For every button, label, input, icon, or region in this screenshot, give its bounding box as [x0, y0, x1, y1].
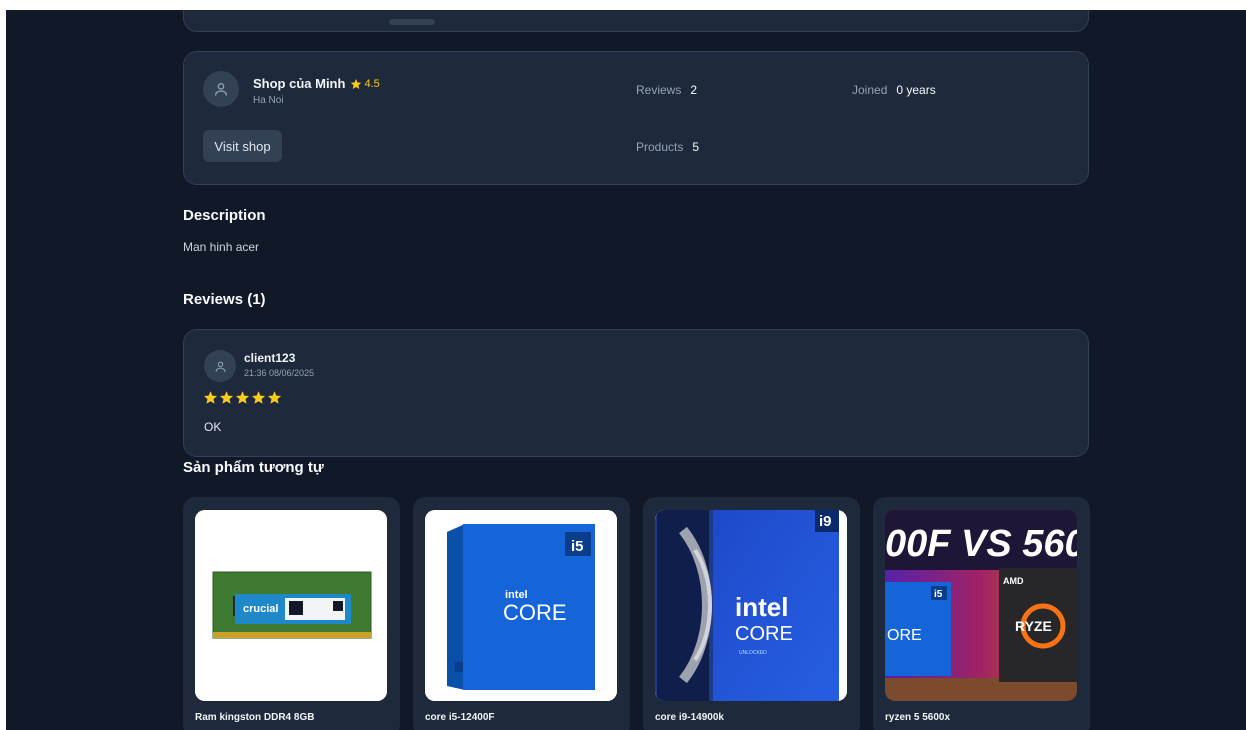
product-name[interactable]: ryzen 5 5600x: [885, 712, 950, 723]
reviews-title: Reviews (1): [183, 291, 266, 308]
intel-core-i9-box-image[interactable]: i9 intel CORE UNLOCKED: [655, 510, 847, 701]
stat-reviews-label: Reviews: [636, 83, 682, 97]
shop-location: Ha Noi: [253, 95, 284, 106]
shop-name-text: Shop của Minh: [253, 76, 346, 91]
stat-joined: Joined 0 years: [852, 83, 936, 97]
cpu-comparison-thumbnail[interactable]: 00F VS 560 i5 ORE AMD RYZE: [885, 510, 1077, 701]
star-icon: [351, 78, 362, 89]
previous-card-bottom: [183, 10, 1089, 32]
user-icon: [215, 361, 225, 372]
stat-reviews-value: 2: [690, 83, 698, 97]
ram-stick-image[interactable]: crucial: [195, 510, 387, 701]
star-icon: [251, 391, 266, 404]
svg-text:CORE: CORE: [503, 600, 567, 625]
similar-products-grid: crucial Ram kingston DDR4 8GB i5 intel C…: [183, 497, 1090, 730]
stat-joined-value: 0 years: [896, 83, 936, 97]
stat-products-label: Products: [636, 140, 684, 154]
svg-text:00F VS 560: 00F VS 560: [885, 523, 1077, 565]
shop-info-card: Shop của Minh 4.5 Ha Noi Visit shop Revi…: [183, 51, 1089, 185]
scroll-pill: [389, 19, 435, 25]
shop-avatar[interactable]: [203, 71, 239, 107]
shop-name[interactable]: Shop của Minh 4.5: [253, 76, 380, 91]
intel-core-i5-box-image[interactable]: i5 intel CORE: [425, 510, 617, 701]
product-name[interactable]: core i5-12400F: [425, 712, 495, 723]
user-icon: [215, 83, 227, 96]
stat-products-value: 5: [692, 140, 700, 154]
svg-text:AMD: AMD: [1003, 576, 1024, 586]
product-name[interactable]: Ram kingston DDR4 8GB: [195, 712, 314, 723]
product-card[interactable]: 00F VS 560 i5 ORE AMD RYZE ryzen 5 5600x: [873, 497, 1090, 730]
stat-reviews: Reviews 2: [636, 83, 697, 97]
svg-text:crucial: crucial: [243, 603, 278, 615]
description-title: Description: [183, 207, 266, 224]
svg-text:intel: intel: [735, 592, 788, 622]
svg-text:ORE: ORE: [887, 627, 922, 644]
review-stars: [203, 390, 282, 405]
star-icon: [219, 391, 234, 404]
star-icon: [267, 391, 282, 404]
shop-rating: 4.5: [350, 77, 380, 90]
review-card: client123 21:36 08/06/2025 OK: [183, 329, 1089, 457]
svg-text:CORE: CORE: [735, 623, 793, 645]
svg-text:i9: i9: [819, 513, 832, 530]
similar-products-title: Sản phẩm tương tự: [183, 459, 324, 476]
reviewer-avatar: [204, 350, 236, 382]
stat-products: Products 5: [636, 140, 699, 154]
svg-text:UNLOCKED: UNLOCKED: [739, 650, 767, 656]
review-timestamp: 21:36 08/06/2025: [244, 368, 315, 378]
svg-text:i5: i5: [571, 538, 584, 555]
product-card[interactable]: i9 intel CORE UNLOCKED core i9-14900k: [643, 497, 860, 730]
review-text: OK: [204, 420, 222, 434]
svg-text:i5: i5: [934, 589, 943, 600]
description-text: Man hinh acer: [183, 240, 260, 254]
rating-value: 4.5: [364, 77, 380, 90]
visit-shop-button[interactable]: Visit shop: [203, 130, 282, 162]
star-icon: [235, 391, 250, 404]
reviewer-name: client123: [244, 351, 296, 365]
svg-text:RYZE: RYZE: [1015, 618, 1052, 634]
stat-joined-label: Joined: [852, 83, 888, 97]
product-card[interactable]: crucial Ram kingston DDR4 8GB: [183, 497, 400, 730]
product-name[interactable]: core i9-14900k: [655, 712, 724, 723]
product-detail-page: Shop của Minh 4.5 Ha Noi Visit shop Revi…: [6, 10, 1246, 730]
star-icon: [203, 391, 218, 404]
product-card[interactable]: i5 intel CORE core i5-12400F: [413, 497, 630, 730]
